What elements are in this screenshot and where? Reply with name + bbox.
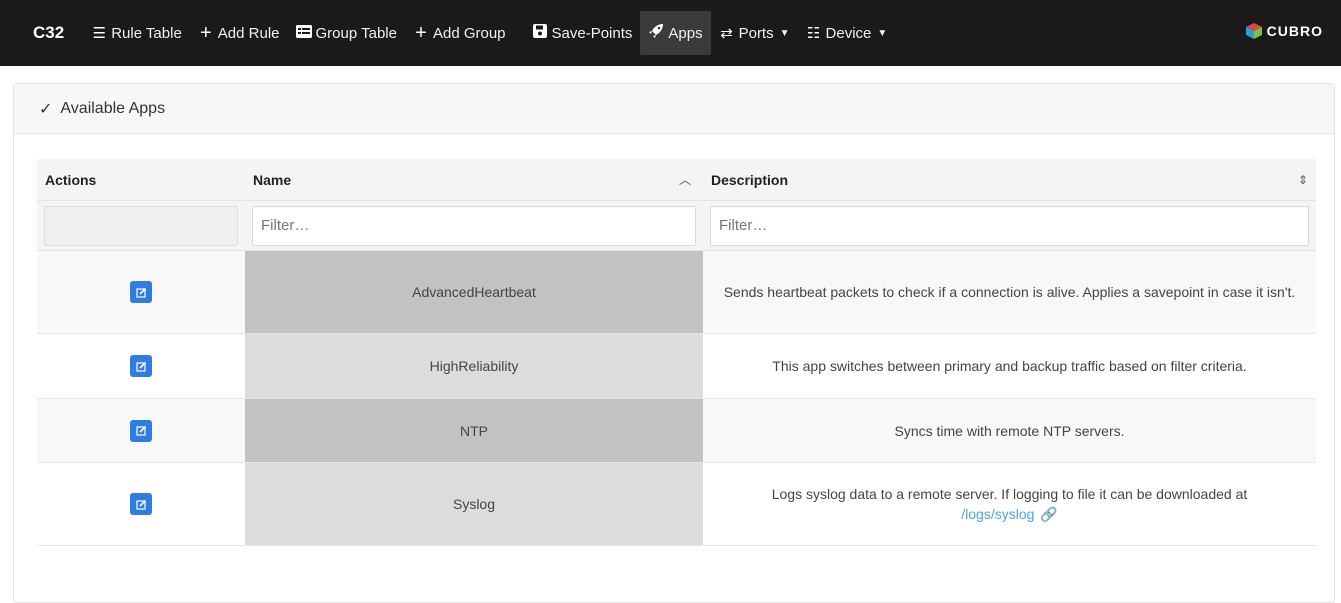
app-description: Sends heartbeat packets to check if a co… xyxy=(723,284,1296,300)
nav-group-table-label: Group Table xyxy=(315,24,397,42)
edit-icon xyxy=(135,287,146,298)
table-icon xyxy=(295,24,312,42)
nav-add-group[interactable]: + Add Group xyxy=(405,0,514,66)
header-description-label: Description xyxy=(711,171,789,188)
table-header-row: Actions Name ︿ Description ⇕ xyxy=(37,159,1316,201)
available-apps-card: ✓ Available Apps Actions Name ︿ Descript… xyxy=(13,83,1335,603)
app-description: Logs syslog data to a remote server. If … xyxy=(771,486,1248,502)
app-name: HighReliability xyxy=(245,334,703,398)
cube-logo-icon xyxy=(1245,22,1263,40)
nav-ports-dropdown[interactable]: ⇄ Ports ▼ xyxy=(711,0,798,66)
app-name: NTP xyxy=(245,399,703,462)
device-brand[interactable]: C32 xyxy=(33,23,64,43)
header-actions-label: Actions xyxy=(45,171,97,188)
chevron-down-icon: ▼ xyxy=(877,27,888,39)
edit-icon xyxy=(135,425,146,436)
header-actions: Actions xyxy=(37,159,245,200)
check-icon: ✓ xyxy=(39,100,53,118)
edit-button[interactable] xyxy=(130,355,152,377)
rocket-icon xyxy=(648,23,664,43)
table-row: NTP Syncs time with remote NTP servers. xyxy=(37,399,1316,463)
nav-save-points-label: Save-Points xyxy=(551,24,633,42)
table-row: Syslog Logs syslog data to a remote serv… xyxy=(37,463,1316,546)
app-description: Syncs time with remote NTP servers. xyxy=(894,422,1125,439)
link-icon[interactable]: 🔗 xyxy=(1040,506,1057,522)
edit-icon xyxy=(135,499,146,510)
nav-device-label: Device xyxy=(825,24,872,42)
chevron-down-icon: ▼ xyxy=(779,27,790,39)
top-navbar: C32 ☰ Rule Table + Add Rule Group Table … xyxy=(0,0,1341,66)
app-description-cell: Logs syslog data to a remote server. If … xyxy=(703,463,1316,545)
filter-row xyxy=(37,201,1316,251)
header-description[interactable]: Description ⇕ xyxy=(703,159,1316,200)
apps-table: Actions Name ︿ Description ⇕ AdvancedHea… xyxy=(37,159,1316,546)
sort-ascending-icon[interactable]: ︿ xyxy=(679,171,691,188)
list-icon: ☰ xyxy=(92,25,106,42)
header-name[interactable]: Name ︿ xyxy=(245,159,703,200)
app-name: Syslog xyxy=(245,463,703,545)
header-name-label: Name xyxy=(253,171,292,188)
card-header: ✓ Available Apps xyxy=(14,84,1334,134)
table-row: AdvancedHeartbeat Sends heartbeat packet… xyxy=(37,251,1316,334)
nav-add-rule[interactable]: + Add Rule xyxy=(190,0,288,66)
description-filter-input[interactable] xyxy=(710,205,1309,246)
app-description: This app switches between primary and ba… xyxy=(772,358,1247,374)
swap-icon: ⇄ xyxy=(720,25,733,42)
plus-icon: + xyxy=(199,21,212,44)
table-row: HighReliability This app switches betwee… xyxy=(37,334,1316,399)
nav-device-dropdown[interactable]: ☷ Device ▼ xyxy=(798,0,896,66)
nav-add-rule-label: Add Rule xyxy=(217,24,280,42)
app-name: AdvancedHeartbeat xyxy=(245,251,703,333)
card-title: Available Apps xyxy=(60,99,166,117)
edit-icon xyxy=(135,361,146,372)
edit-button[interactable] xyxy=(130,419,152,442)
save-icon xyxy=(532,24,548,42)
nav-group-table[interactable]: Group Table xyxy=(288,0,405,66)
nav-ports-label: Ports xyxy=(738,24,774,42)
nav-rule-table[interactable]: ☰ Rule Table xyxy=(83,0,190,66)
nav-apps[interactable]: Apps xyxy=(640,11,711,55)
cubro-logo: CUBRO xyxy=(1245,22,1323,40)
plus-icon: + xyxy=(415,21,427,44)
syslog-download-link[interactable]: /logs/syslog xyxy=(961,506,1034,522)
nav-add-group-label: Add Group xyxy=(432,24,506,42)
actions-filter-placeholder xyxy=(44,205,238,246)
edit-button[interactable] xyxy=(130,281,152,303)
sort-unsorted-icon[interactable]: ⇕ xyxy=(1298,173,1308,187)
nav-apps-label: Apps xyxy=(668,24,703,42)
logo-text: CUBRO xyxy=(1266,23,1323,39)
checklist-icon: ☷ xyxy=(806,25,821,42)
edit-button[interactable] xyxy=(130,493,152,515)
nav-save-points[interactable]: Save-Points xyxy=(524,0,641,66)
nav-rule-table-label: Rule Table xyxy=(111,24,182,42)
name-filter-input[interactable] xyxy=(252,205,696,246)
